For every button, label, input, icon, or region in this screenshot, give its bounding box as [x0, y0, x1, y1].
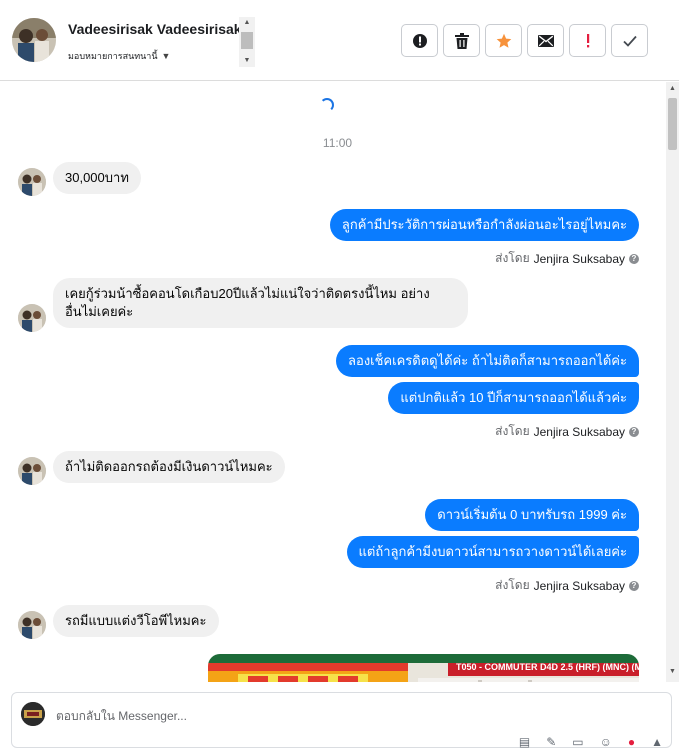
delete-button[interactable] — [443, 24, 480, 57]
gif-icon[interactable]: ▭ — [572, 735, 583, 749]
help-icon[interactable]: ? — [629, 253, 639, 264]
composer-tools: ▤ ✎ ▭ ☺ ● ▲ — [519, 735, 663, 749]
message-timestamp: 11:00 — [322, 136, 353, 150]
message-text: ลูกค้ามีประวัติการผ่อนหรือกำลังผ่อนอะไรอ… — [341, 217, 627, 232]
caret-down-icon: ▼ — [161, 51, 171, 61]
sent-by-name: Jenjira Suksabay — [533, 251, 625, 266]
assign-label: มอบหมายการสนทนานี้ — [68, 51, 158, 61]
mark-spam-button[interactable] — [401, 24, 438, 57]
incoming-message[interactable]: 30,000บาท — [53, 162, 141, 194]
sender-avatar — [18, 457, 46, 485]
help-icon[interactable]: ? — [629, 580, 639, 591]
mark-done-button[interactable] — [611, 24, 648, 57]
message-text: ถ้าไม่ติดออกรถต้องมีเงินดาวน์ไหมคะ — [65, 459, 273, 474]
incoming-message[interactable]: เคยกู้ร่วมน้าซื้อคอนโดเกือบ20ปีแล้วไม่แน… — [53, 278, 468, 328]
message-text: อื่นไม่เคยค่ะ — [65, 304, 134, 319]
thread-scrollbar[interactable]: ▲ ▼ — [666, 82, 679, 682]
envelope-icon — [537, 34, 554, 47]
message-text: ดาวน์เริ่มต้น 0 บาทรับรถ 1999 ค่ะ — [437, 507, 627, 522]
help-icon[interactable]: ? — [629, 426, 639, 437]
contact-avatar[interactable] — [12, 18, 56, 62]
incoming-message[interactable]: รถมีแบบแต่งวีโอพีไหมคะ — [53, 605, 219, 637]
outgoing-message[interactable]: แต่ถ้าลูกค้ามีงบดาวน์สามารถวางดาวน์ได้เล… — [346, 536, 639, 568]
like-icon[interactable]: ▲ — [651, 735, 663, 749]
sent-by-prefix: ส่งโดย — [495, 424, 530, 438]
sender-avatar — [18, 611, 46, 639]
follow-up-button[interactable] — [569, 24, 606, 57]
sent-by-name: Jenjira Suksabay — [533, 578, 625, 593]
check-icon — [622, 35, 637, 47]
conversation-actions — [401, 24, 648, 57]
mark-unread-button[interactable] — [527, 24, 564, 57]
message-text: เคยกู้ร่วมน้าซื้อคอนโดเกือบ20ปีแล้วไม่แน… — [65, 286, 430, 301]
incoming-message[interactable]: ถ้าไม่ติดออกรถต้องมีเงินดาวน์ไหมคะ — [53, 451, 285, 483]
exclamation-icon — [586, 33, 589, 47]
outgoing-message[interactable]: ดาวน์เริ่มต้น 0 บาทรับรถ 1999 ค่ะ — [425, 499, 639, 531]
scroll-thumb[interactable] — [241, 32, 253, 49]
image-attachment[interactable]: T050 - COMMUTER D4D 2.5 (HRF) (MNC) (MY1… — [208, 654, 639, 682]
loading-spinner-icon — [320, 98, 334, 112]
outgoing-message[interactable]: ลองเช็คเครดิตดูได้ค่ะ ถ้าไม่ติดก็สามารถอ… — [336, 345, 639, 377]
assign-conversation-dropdown[interactable]: มอบหมายการสนทนานี้ ▼ — [68, 49, 170, 63]
reply-composer: ▤ ✎ ▭ ☺ ● ▲ — [11, 692, 672, 749]
sent-by-prefix: ส่งโดย — [495, 251, 530, 265]
message-text: แต่ถ้าลูกค้ามีงบดาวน์สามารถวางดาวน์ได้เล… — [358, 544, 627, 559]
attach-icon[interactable]: ✎ — [546, 735, 556, 749]
message-thread: 11:00 30,000บาท ลูกค้ามีประวัติการผ่อนหร… — [0, 82, 679, 682]
page-avatar — [21, 702, 45, 726]
saved-reply-icon[interactable]: ▤ — [519, 735, 530, 749]
alert-circle-icon — [412, 33, 427, 48]
star-icon — [496, 33, 511, 48]
scroll-up-arrow-icon[interactable]: ▲ — [666, 85, 679, 92]
message-text: แต่ปกติแล้ว 10 ปีก็สามารถออกได้แล้วค่ะ — [400, 390, 627, 405]
contact-name[interactable]: Vadeesirisak Vadeesirisak — [68, 21, 242, 37]
trash-icon — [454, 32, 469, 49]
attachment-caption: T050 - COMMUTER D4D 2.5 (HRF) (MNC) (MY1… — [456, 662, 639, 672]
scroll-down-arrow-icon[interactable]: ▼ — [666, 668, 679, 675]
name-scrollbar[interactable]: ▲ ▼ — [239, 17, 255, 67]
notification-icon[interactable]: ● — [628, 735, 635, 749]
emoji-icon[interactable]: ☺ — [600, 735, 612, 749]
scroll-up-arrow-icon[interactable]: ▲ — [239, 17, 255, 29]
message-text: ลองเช็คเครดิตดูได้ค่ะ ถ้าไม่ติดก็สามารถอ… — [348, 353, 627, 368]
reply-input[interactable] — [54, 705, 458, 727]
sent-by-label: ส่งโดย Jenjira Suksabay ? — [495, 422, 639, 441]
sent-by-name: Jenjira Suksabay — [533, 424, 625, 439]
message-text: รถมีแบบแต่งวีโอพีไหมคะ — [65, 613, 207, 628]
outgoing-message[interactable]: แต่ปกติแล้ว 10 ปีก็สามารถออกได้แล้วค่ะ — [388, 382, 639, 414]
conversation-header: Vadeesirisak Vadeesirisak มอบหมายการสนทน… — [0, 0, 679, 81]
star-button[interactable] — [485, 24, 522, 57]
sender-avatar — [18, 168, 46, 196]
scroll-down-arrow-icon[interactable]: ▼ — [239, 55, 255, 67]
outgoing-message[interactable]: ลูกค้ามีประวัติการผ่อนหรือกำลังผ่อนอะไรอ… — [329, 209, 639, 241]
sender-avatar — [18, 304, 46, 332]
message-text: 30,000บาท — [65, 170, 129, 185]
sent-by-label: ส่งโดย Jenjira Suksabay ? — [495, 576, 639, 595]
scroll-thumb[interactable] — [668, 98, 677, 150]
sent-by-label: ส่งโดย Jenjira Suksabay ? — [495, 249, 639, 268]
sent-by-prefix: ส่งโดย — [495, 578, 530, 592]
